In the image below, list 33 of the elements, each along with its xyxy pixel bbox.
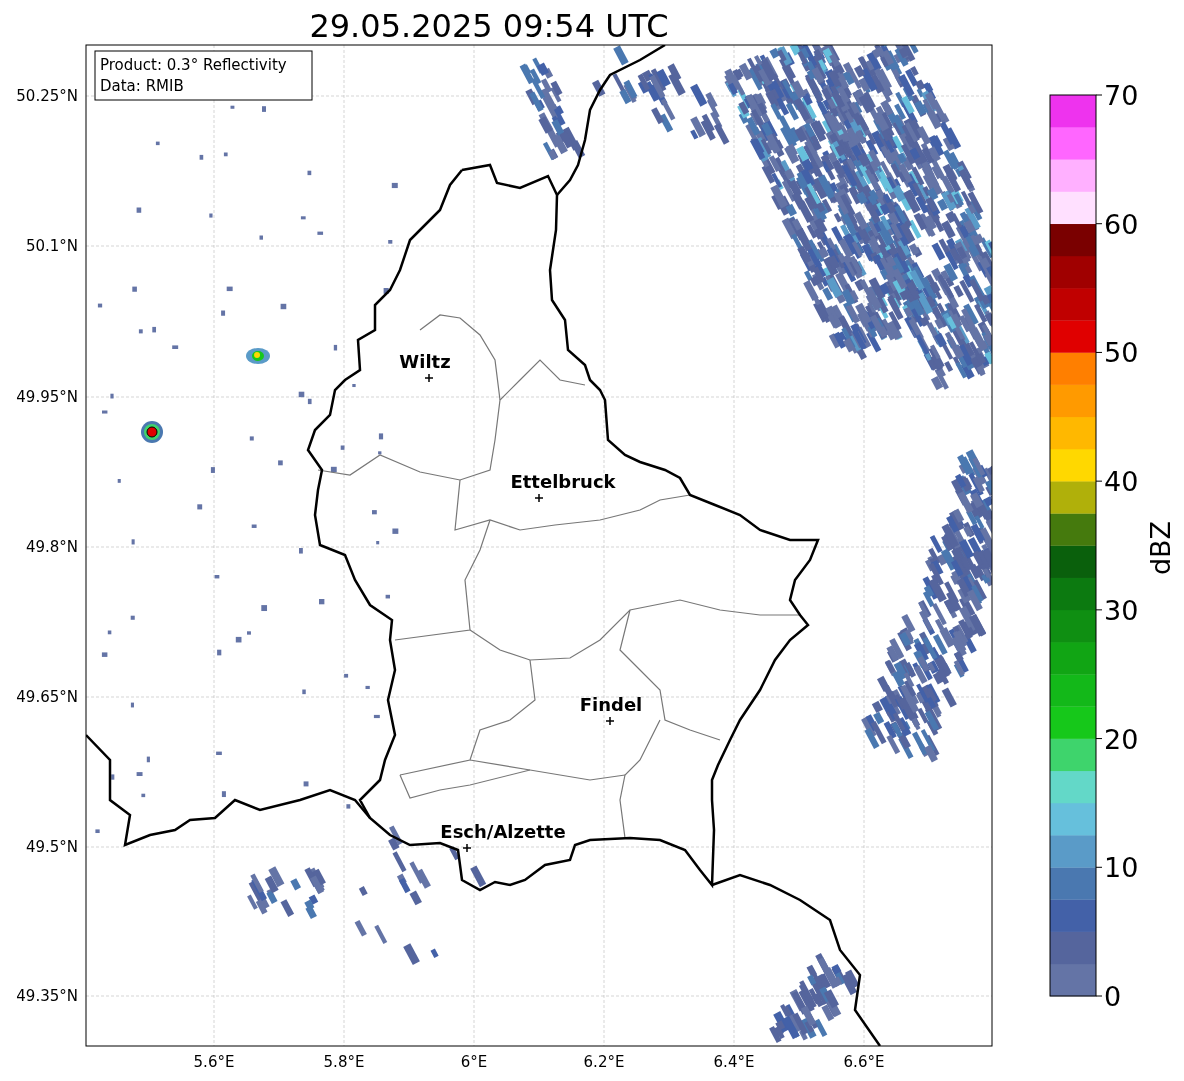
colorbar-tick-label: 30 bbox=[1104, 594, 1139, 626]
info-text: Product: 0.3° Reflectivity bbox=[100, 56, 287, 74]
city-marker-icon bbox=[605, 716, 615, 726]
info-text: Data: RMIB bbox=[100, 77, 184, 95]
latitude-label: 49.35°N bbox=[16, 987, 78, 1005]
colorbar-tick-label: 50 bbox=[1104, 337, 1139, 369]
latitude-label: 49.8°N bbox=[25, 538, 78, 556]
colorbar-tick-label: 10 bbox=[1104, 852, 1139, 884]
colorbar-tick-label: 20 bbox=[1104, 723, 1139, 755]
city-label: Findel bbox=[579, 694, 643, 715]
city-label: Ettelbruck bbox=[510, 471, 616, 492]
latitude-label: 50.25°N bbox=[16, 87, 78, 105]
city-marker-icon bbox=[424, 373, 434, 383]
city-marker-icon bbox=[462, 843, 472, 853]
chart-title: 29.05.2025 09:54 UTC bbox=[309, 7, 669, 45]
latitude-label: 50.1°N bbox=[25, 237, 78, 255]
colorbar-tick-label: 70 bbox=[1104, 80, 1139, 111]
longitude-label: 6.4°E bbox=[713, 1053, 755, 1071]
city-marker-icon bbox=[534, 493, 544, 503]
latitude-label: 49.65°N bbox=[16, 688, 78, 706]
latitude-label: 49.95°N bbox=[16, 388, 78, 406]
latitude-label: 49.5°N bbox=[25, 838, 78, 856]
colorbar-tick-label: 0 bbox=[1104, 981, 1122, 1012]
city-label: Esch/Alzette bbox=[440, 821, 566, 842]
colorbar-tick-label: 60 bbox=[1104, 208, 1139, 240]
city-label: Wiltz bbox=[399, 351, 451, 372]
longitude-label: 6.6°E bbox=[843, 1053, 885, 1071]
longitude-label: 6°E bbox=[460, 1053, 488, 1071]
colorbar-tick-label: 40 bbox=[1104, 466, 1139, 498]
longitude-label: 5.8°E bbox=[323, 1053, 365, 1071]
colorbar-title: dBZ bbox=[1145, 520, 1176, 576]
longitude-label: 6.2°E bbox=[583, 1053, 625, 1071]
longitude-label: 5.6°E bbox=[193, 1053, 235, 1071]
